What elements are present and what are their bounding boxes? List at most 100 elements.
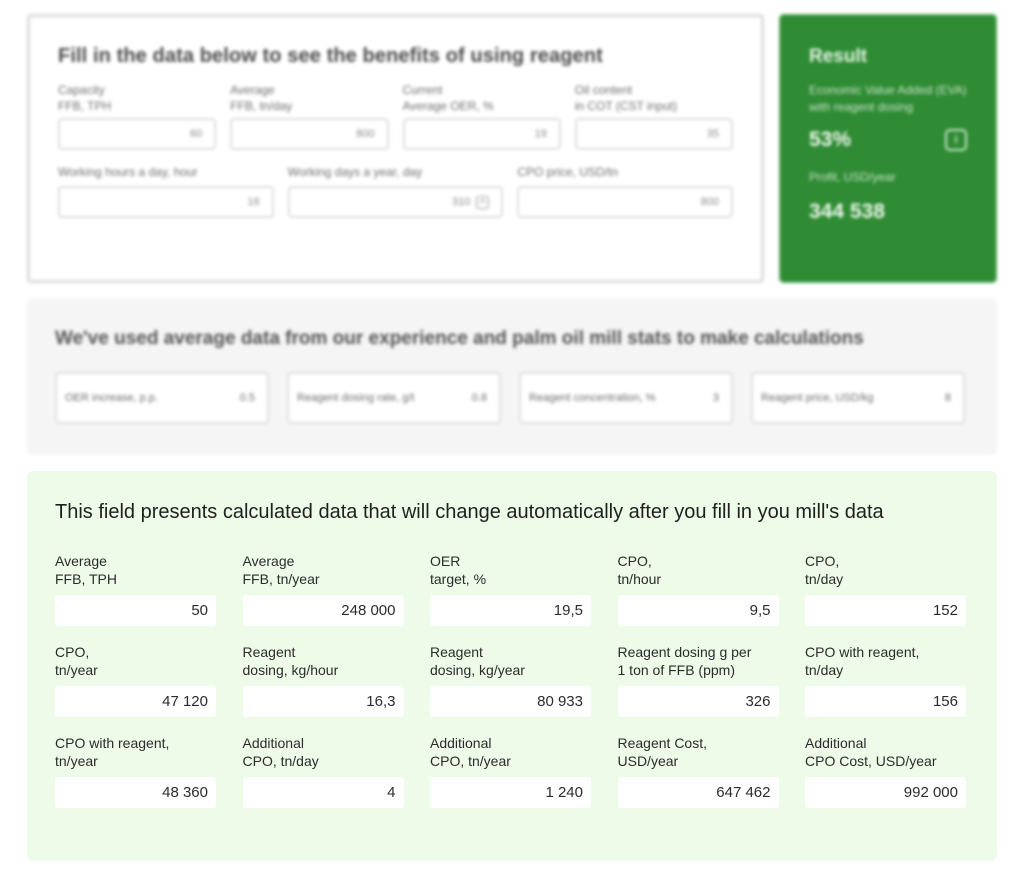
capacity-value: 60 <box>190 128 203 140</box>
current-oer-input[interactable]: 19 <box>402 118 561 150</box>
working-days-label: Working days a year, day <box>287 165 423 179</box>
result-title: Result <box>809 46 868 67</box>
calc-label: OER target, % <box>430 553 487 587</box>
calc-item: Additional CPO, tn/day 4 <box>242 734 404 808</box>
working-days-value: 310 <box>451 196 471 208</box>
calc-item: Additional CPO, tn/year 1 240 <box>430 734 591 808</box>
calc-item: Reagent dosing, kg/hour 16,3 <box>242 643 404 717</box>
reagent-concentration-label: Reagent concentration, % <box>529 392 656 404</box>
result-panel: Result Economic Value Added (EVA) with r… <box>779 14 997 283</box>
calc-label: CPO, tn/hour <box>617 553 662 587</box>
average-ffb-day-input[interactable]: 800 <box>230 118 389 150</box>
calc-item: CPO, tn/hour 9,5 <box>617 552 779 626</box>
calc-label: Reagent dosing g per 1 ton of FFB (ppm) <box>617 644 752 678</box>
calc-label: Additional CPO, tn/year <box>430 735 511 769</box>
eva-row: 53% i <box>809 128 967 152</box>
capacity-label: Capacity FFB, TPH <box>58 83 112 113</box>
calc-value: 326 <box>617 686 779 717</box>
calc-label: Average FFB, TPH <box>55 553 117 587</box>
profit-value: 344 538 <box>809 200 885 223</box>
calc-label: Average FFB, tn/year <box>242 553 320 587</box>
reagent-dosing-rate-field[interactable]: Reagent dosing rate, g/t 0.8 <box>287 372 501 424</box>
calc-label: Reagent dosing, kg/year <box>430 644 525 678</box>
calculated-data-grid: Average FFB, TPH 50 Average FFB, tn/year 2… <box>55 552 969 808</box>
calc-item: Reagent Cost, USD/year 647 462 <box>617 734 779 808</box>
calc-item: Average FFB, tn/year 248 000 <box>242 552 404 626</box>
calc-item: Reagent dosing g per 1 ton of FFB (ppm) 3… <box>617 643 779 717</box>
calc-item: Reagent dosing, kg/year 80 933 <box>430 643 591 717</box>
reagent-concentration-value: 3 <box>712 392 719 404</box>
profit-label: Profit, USD/year <box>809 170 896 184</box>
reagent-dosing-rate-label: Reagent dosing rate, g/t <box>297 392 415 404</box>
calc-value: 647 462 <box>617 777 779 808</box>
reagent-concentration-field[interactable]: Reagent concentration, % 3 <box>519 372 733 424</box>
calc-value: 248 000 <box>242 595 404 626</box>
cpo-price-field-group: CPO price, USD/tn 800 <box>517 164 734 218</box>
mill-data-form: Fill in the data below to see the benefi… <box>27 14 764 283</box>
calc-value: 4 <box>242 777 404 808</box>
oer-increase-field[interactable]: OER increase, p.p. 0.5 <box>55 372 269 424</box>
cpo-price-label: CPO price, USD/tn <box>517 165 619 179</box>
reagent-dosing-rate-value: 0.8 <box>471 392 487 404</box>
working-hours-label: Working hours a day, hour <box>58 165 198 179</box>
working-days-input[interactable]: 310 <box>287 186 504 218</box>
reagent-price-label: Reagent price, USD/kg <box>761 392 874 404</box>
calculated-data-title: This field presents calculated data that… <box>55 501 884 523</box>
calc-label: Reagent Cost, USD/year <box>617 735 708 769</box>
working-hours-input[interactable]: 16 <box>58 186 274 218</box>
calc-value: 47 120 <box>55 686 216 717</box>
eva-percent: 53% <box>809 128 852 151</box>
calc-label: CPO with reagent, tn/day <box>805 644 920 678</box>
oil-content-input[interactable]: 35 <box>574 118 733 150</box>
average-ffb-day-label: Average FFB, tn/day <box>230 83 293 113</box>
calc-value: 9,5 <box>617 595 779 626</box>
cpo-price-value: 800 <box>700 196 720 208</box>
calculated-data-section: This field presents calculated data that… <box>27 471 997 861</box>
calc-value: 152 <box>805 595 966 626</box>
capacity-field-group: Capacity FFB, TPH 60 <box>58 82 217 150</box>
calc-value: 156 <box>805 686 966 717</box>
calc-label: CPO, tn/year <box>55 644 98 678</box>
calc-value: 16,3 <box>242 686 404 717</box>
calc-value: 48 360 <box>55 777 216 808</box>
calc-value: 1 240 <box>430 777 591 808</box>
info-icon[interactable]: i <box>945 129 967 151</box>
oil-content-field-group: Oil content in COT (CST input) 35 <box>574 82 733 150</box>
calc-item: CPO, tn/day 152 <box>805 552 966 626</box>
average-data-row: OER increase, p.p. 0.5 Reagent dosing ra… <box>55 372 969 424</box>
form-row-2: Working hours a day, hour 16 Working day… <box>58 164 734 218</box>
cpo-price-input[interactable]: 800 <box>517 186 734 218</box>
calc-value: 50 <box>55 595 216 626</box>
reagent-price-field[interactable]: Reagent price, USD/kg 8 <box>751 372 965 424</box>
oil-content-value: 35 <box>706 128 719 140</box>
current-oer-label: Current Average OER, % <box>402 83 494 113</box>
calc-value: 19,5 <box>430 595 591 626</box>
working-hours-field-group: Working hours a day, hour 16 <box>58 164 274 218</box>
average-ffb-day-field-group: Average FFB, tn/day 800 <box>230 82 389 150</box>
calc-item: CPO with reagent, tn/day 156 <box>805 643 966 717</box>
calc-item: CPO, tn/year 47 120 <box>55 643 216 717</box>
calc-item: Average FFB, TPH 50 <box>55 552 216 626</box>
oer-increase-label: OER increase, p.p. <box>65 392 158 404</box>
calc-value: 992 000 <box>805 777 966 808</box>
working-days-field-group: Working days a year, day 310 <box>287 164 504 218</box>
form-title: Fill in the data below to see the benefi… <box>58 45 603 67</box>
working-hours-value: 16 <box>247 196 260 208</box>
calc-label: Reagent dosing, kg/hour <box>242 644 339 678</box>
oil-content-label: Oil content in COT (CST input) <box>574 83 678 113</box>
calc-label: Additional CPO, tn/day <box>242 735 319 769</box>
calc-value: 80 933 <box>430 686 591 717</box>
average-data-title: We've used average data from our experie… <box>55 328 864 349</box>
calc-item: Additional CPO Cost, USD/year 992 000 <box>805 734 966 808</box>
calc-label: Additional CPO Cost, USD/year <box>805 735 937 769</box>
calc-label: CPO with reagent, tn/year <box>55 735 170 769</box>
reagent-price-value: 8 <box>944 392 951 404</box>
current-oer-field-group: Current Average OER, % 19 <box>402 82 561 150</box>
oer-increase-value: 0.5 <box>239 392 255 404</box>
eva-description: Economic Value Added (EVA) with reagent … <box>809 83 967 114</box>
calc-item: CPO with reagent, tn/year 48 360 <box>55 734 216 808</box>
capacity-input[interactable]: 60 <box>58 118 217 150</box>
form-row-1: Capacity FFB, TPH 60 Average FFB, tn/day… <box>58 82 733 150</box>
average-data-section: We've used average data from our experie… <box>27 298 997 455</box>
spinner-icon[interactable] <box>476 195 490 209</box>
